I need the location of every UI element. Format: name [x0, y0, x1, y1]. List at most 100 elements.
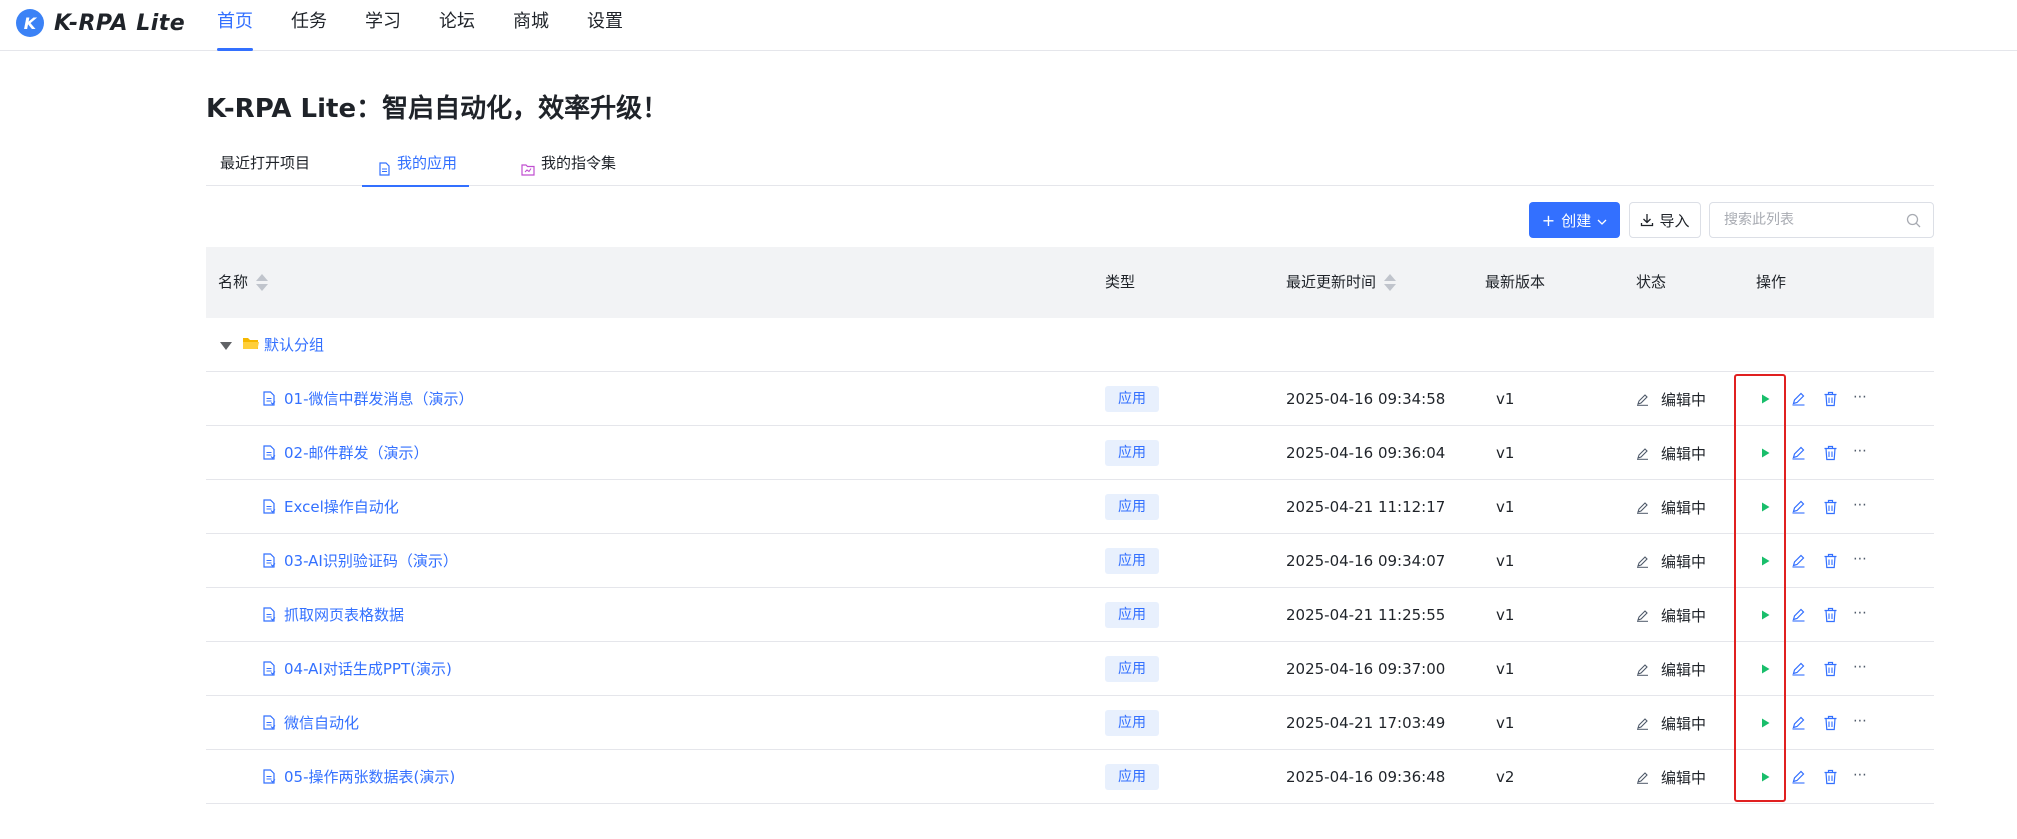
trash-icon[interactable] — [1823, 499, 1838, 519]
more-icon[interactable]: ⋯ — [1853, 767, 1868, 783]
tab-recent-projects[interactable]: 最近打开项目 — [220, 148, 310, 186]
edit-icon[interactable] — [1791, 553, 1806, 572]
search-input[interactable] — [1724, 203, 1894, 237]
status-cell: 编辑中 — [1636, 588, 1706, 642]
status-cell: 编辑中 — [1636, 534, 1706, 588]
trash-icon[interactable] — [1823, 715, 1838, 735]
app-name-link[interactable]: 04-AI对话生成PPT(演示) — [284, 642, 452, 696]
group-row[interactable]: 默认分组 — [206, 318, 1934, 372]
sort-icon[interactable] — [1384, 274, 1397, 291]
app-name-link[interactable]: 抓取网页表格数据 — [284, 588, 404, 642]
table-header: 名称 类型 最近更新时间 最新版本 状态 操作 — [206, 247, 1934, 318]
more-icon[interactable]: ⋯ — [1853, 389, 1868, 405]
trash-icon[interactable] — [1823, 661, 1838, 681]
chevron-down-icon — [1597, 211, 1607, 229]
table-row[interactable]: 04-AI对话生成PPT(演示) 应用 2025-04-16 09:37:00 v1 编… — [206, 642, 1934, 696]
header-name-label: 名称 — [218, 273, 249, 291]
app-name-link[interactable]: 01-微信中群发消息（演示） — [284, 372, 474, 426]
header-updated-label: 最近更新时间 — [1286, 273, 1377, 291]
play-icon[interactable] — [1759, 391, 1772, 410]
tab-bar: 最近打开项目 我的应用 我的指令集 — [206, 148, 1934, 187]
table-row[interactable]: Excel操作自动化 应用 2025-04-21 11:12:17 v1 编辑中 ⋯ — [206, 480, 1934, 534]
more-icon[interactable]: ⋯ — [1853, 551, 1868, 567]
version-value: v1 — [1496, 444, 1515, 462]
status-label: 编辑中 — [1661, 660, 1707, 679]
file-icon — [378, 156, 391, 186]
trash-icon[interactable] — [1823, 607, 1838, 627]
play-icon[interactable] — [1759, 607, 1772, 626]
app-name-link[interactable]: 02-邮件群发（演示） — [284, 426, 429, 480]
app-name-link[interactable]: 03-AI识别验证码（演示） — [284, 534, 458, 588]
sort-icon[interactable] — [256, 274, 269, 291]
edit-icon[interactable] — [1791, 499, 1806, 518]
header-updated[interactable]: 最近更新时间 — [1286, 247, 1397, 318]
app-name-link[interactable]: 05-操作两张数据表(演示) — [284, 750, 455, 804]
more-icon[interactable]: ⋯ — [1853, 659, 1868, 675]
table-row[interactable]: 02-邮件群发（演示） 应用 2025-04-16 09:36:04 v1 编辑中 ⋯ — [206, 426, 1934, 480]
nav-item-forum[interactable]: 论坛 — [439, 0, 475, 51]
app-name-link[interactable]: Excel操作自动化 — [284, 480, 399, 534]
edit-icon[interactable] — [1791, 445, 1806, 464]
import-label: 导入 — [1659, 211, 1690, 230]
caret-down-icon[interactable] — [220, 342, 232, 350]
table-row[interactable]: 微信自动化 应用 2025-04-21 17:03:49 v1 编辑中 ⋯ — [206, 696, 1934, 750]
edit-icon[interactable] — [1791, 391, 1806, 410]
import-button[interactable]: 导入 — [1629, 202, 1701, 238]
trash-icon[interactable] — [1823, 445, 1838, 465]
app-name-link[interactable]: 微信自动化 — [284, 696, 359, 750]
more-icon[interactable]: ⋯ — [1853, 713, 1868, 729]
type-badge: 应用 — [1105, 656, 1159, 682]
pencil-icon — [1636, 501, 1655, 514]
play-icon[interactable] — [1759, 553, 1772, 572]
table-row[interactable]: 抓取网页表格数据 应用 2025-04-21 11:25:55 v1 编辑中 ⋯ — [206, 588, 1934, 642]
header-name[interactable]: 名称 — [218, 247, 269, 318]
updated-time: 2025-04-16 09:34:07 — [1286, 552, 1446, 570]
trash-icon[interactable] — [1823, 391, 1838, 411]
status-label: 编辑中 — [1661, 498, 1707, 517]
nav-item-learn[interactable]: 学习 — [365, 0, 401, 51]
nav-item-settings[interactable]: 设置 — [587, 0, 623, 51]
file-icon — [262, 445, 276, 464]
edit-icon[interactable] — [1791, 607, 1806, 626]
trash-icon[interactable] — [1823, 553, 1838, 573]
updated-time: 2025-04-21 11:25:55 — [1286, 606, 1446, 624]
type-badge: 应用 — [1105, 386, 1159, 412]
type-badge: 应用 — [1105, 602, 1159, 628]
group-name: 默认分组 — [264, 336, 325, 354]
nav-item-store[interactable]: 商城 — [513, 0, 549, 51]
create-button[interactable]: + 创建 — [1529, 202, 1620, 238]
version-value: v1 — [1496, 606, 1515, 624]
app-logo[interactable]: K K-RPA Lite — [16, 9, 185, 37]
table-row[interactable]: 01-微信中群发消息（演示） 应用 2025-04-16 09:34:58 v1 编辑中… — [206, 372, 1934, 426]
more-icon[interactable]: ⋯ — [1853, 443, 1868, 459]
logo-icon: K — [16, 9, 44, 37]
header-status-label: 状态 — [1636, 273, 1667, 291]
tab-my-apps[interactable]: 我的应用 — [362, 148, 470, 187]
file-icon — [262, 607, 276, 626]
search-icon[interactable] — [1906, 213, 1921, 228]
table-row[interactable]: 05-操作两张数据表(演示) 应用 2025-04-16 09:36:48 v2 编辑中… — [206, 750, 1934, 804]
tab-my-instruction-sets[interactable]: 我的指令集 — [521, 148, 616, 186]
nav-item-home[interactable]: 首页 — [217, 0, 253, 51]
play-icon[interactable] — [1759, 445, 1772, 464]
more-icon[interactable]: ⋯ — [1853, 497, 1868, 513]
nav-item-tasks[interactable]: 任务 — [291, 0, 327, 51]
updated-time: 2025-04-21 17:03:49 — [1286, 714, 1446, 732]
edit-icon[interactable] — [1791, 661, 1806, 680]
play-icon[interactable] — [1759, 499, 1772, 518]
type-badge: 应用 — [1105, 440, 1159, 466]
table-row[interactable]: 03-AI识别验证码（演示） 应用 2025-04-16 09:34:07 v1 编辑中… — [206, 534, 1934, 588]
play-icon[interactable] — [1759, 715, 1772, 734]
type-badge: 应用 — [1105, 710, 1159, 736]
edit-icon[interactable] — [1791, 769, 1806, 788]
play-icon[interactable] — [1759, 769, 1772, 788]
status-cell: 编辑中 — [1636, 696, 1706, 750]
more-icon[interactable]: ⋯ — [1853, 605, 1868, 621]
pencil-icon — [1636, 771, 1655, 784]
trash-icon[interactable] — [1823, 769, 1838, 789]
play-icon[interactable] — [1759, 661, 1772, 680]
status-label: 编辑中 — [1661, 768, 1707, 787]
version-value: v1 — [1496, 498, 1515, 516]
edit-icon[interactable] — [1791, 715, 1806, 734]
status-cell: 编辑中 — [1636, 480, 1706, 534]
